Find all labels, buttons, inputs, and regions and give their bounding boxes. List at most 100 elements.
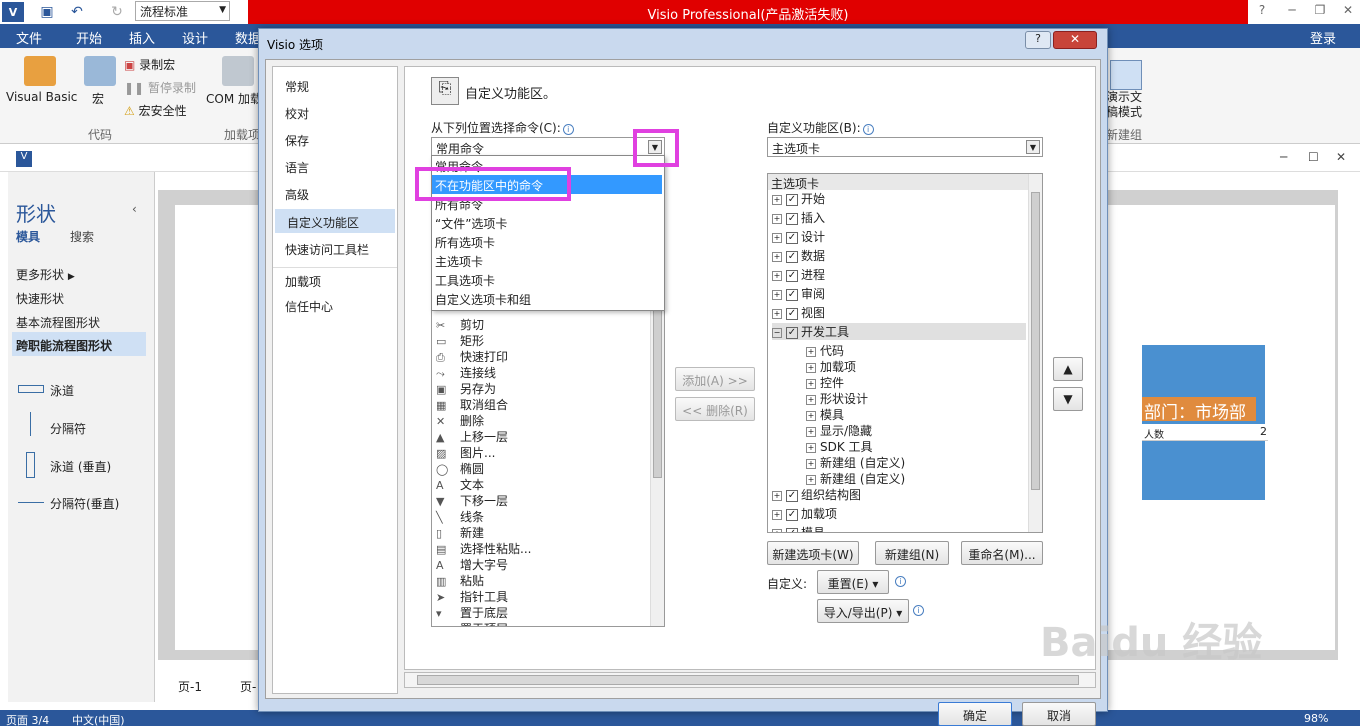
expand-icon[interactable]: + <box>806 362 816 373</box>
undo-icon[interactable]: ↶ <box>66 2 88 22</box>
presentation-mode-button[interactable]: 演示文稿模式 <box>1106 90 1146 120</box>
choose-from-combo[interactable]: 常用命令 ▼ <box>431 137 665 157</box>
dropdown-item-tool-tabs[interactable]: 工具选项卡 <box>432 270 662 289</box>
dropdown-item-all-tabs[interactable]: 所有选项卡 <box>432 232 662 251</box>
add-button[interactable]: 添加(A) >> <box>675 367 755 391</box>
expand-icon[interactable]: + <box>806 426 816 437</box>
dropdown-item-file-tab[interactable]: “文件”选项卡 <box>432 213 662 232</box>
quick-shapes-item[interactable]: 快速形状 <box>16 290 64 307</box>
help-icon[interactable]: ? <box>1250 3 1274 17</box>
tree-item[interactable]: + ✓ 设计 <box>772 228 825 245</box>
cross-functional-item[interactable]: 跨职能流程图形状 <box>12 332 146 356</box>
checkbox-icon[interactable]: ✓ <box>786 193 798 206</box>
command-item[interactable]: ✕ 删除 <box>436 412 484 429</box>
new-group-button[interactable]: 新建组(N) <box>875 541 949 565</box>
record-macro-button[interactable]: ▣ 录制宏 <box>124 56 175 73</box>
dialog-close-button[interactable]: ✕ <box>1053 31 1097 49</box>
expand-icon[interactable]: + <box>772 490 782 501</box>
command-item[interactable]: ▤ 选择性粘贴... <box>436 540 531 557</box>
dropdown-item-main-tabs[interactable]: 主选项卡 <box>432 251 662 270</box>
doc-minimize-icon[interactable]: ─ <box>1280 150 1287 164</box>
tree-item[interactable]: + 加载项 <box>806 358 856 375</box>
command-item[interactable]: ▴ 置于顶层 <box>436 620 508 626</box>
dialog-help-button[interactable]: ? <box>1025 31 1051 49</box>
expand-icon[interactable]: + <box>772 194 782 205</box>
collapse-icon[interactable]: − <box>772 327 782 338</box>
tab-home[interactable]: 开始 <box>76 28 102 47</box>
tree-item[interactable]: + ✓ 加载项 <box>772 505 837 522</box>
expand-icon[interactable]: + <box>806 378 816 389</box>
tree-scroll-thumb[interactable] <box>1031 192 1040 490</box>
command-item[interactable]: ▯ 新建 <box>436 524 484 541</box>
shape-swimlane-vertical[interactable]: 泳道 (垂直) <box>50 458 111 475</box>
command-item[interactable]: ✂ 剪切 <box>436 316 484 333</box>
ribbon-tree[interactable]: 主选项卡 + ✓ 开始 + ✓ 插入 + ✓ 设计 + ✓ 数据 + ✓ 进程 + ✓ 审阅 + ✓ 视图 − ✓ 开发工具 +… <box>767 173 1043 533</box>
expand-icon[interactable]: + <box>772 213 782 224</box>
horizontal-scroll-thumb[interactable] <box>417 675 1079 685</box>
checkbox-icon[interactable]: ✓ <box>786 326 798 339</box>
redo-icon[interactable]: ↻ <box>106 2 128 22</box>
command-item[interactable]: A 文本 <box>436 476 484 493</box>
checkbox-icon[interactable]: ✓ <box>786 307 798 320</box>
command-item[interactable]: ▣ 另存为 <box>436 380 496 397</box>
tree-item[interactable]: + 新建组 (自定义) <box>806 454 905 471</box>
command-item[interactable]: ▨ 图片... <box>436 444 495 461</box>
expand-icon[interactable]: + <box>772 308 782 319</box>
ok-button[interactable]: 确定 <box>938 702 1012 726</box>
expand-icon[interactable]: + <box>772 232 782 243</box>
tree-item[interactable]: − ✓ 开发工具 <box>772 323 1026 340</box>
cancel-button[interactable]: 取消 <box>1022 702 1096 726</box>
save-icon[interactable]: ▣ <box>36 2 58 22</box>
expand-icon[interactable]: + <box>806 410 816 421</box>
checkbox-icon[interactable]: ✓ <box>786 250 798 263</box>
commands-scroll-thumb[interactable] <box>653 308 662 478</box>
expand-icon[interactable]: + <box>772 251 782 262</box>
remove-button[interactable]: << 删除(R) <box>675 397 755 421</box>
checkbox-icon[interactable]: ✓ <box>786 212 798 225</box>
presentation-mode-icon[interactable] <box>1110 60 1142 90</box>
more-shapes-item[interactable]: 更多形状 ▶ <box>16 266 75 283</box>
command-item[interactable]: A 增大字号 <box>436 556 508 573</box>
doc-close-icon[interactable]: ✕ <box>1336 150 1346 164</box>
command-item[interactable]: ╲ 线条 <box>436 508 484 525</box>
import-export-button[interactable]: 导入/导出(P) ▾ <box>817 599 909 623</box>
flow-standard-select[interactable]: 流程标准 ▼ <box>135 1 230 21</box>
nav-customize-ribbon[interactable]: 自定义功能区 <box>275 209 395 233</box>
tab-design[interactable]: 设计 <box>182 28 208 47</box>
checkbox-icon[interactable]: ✓ <box>786 288 798 301</box>
expand-icon[interactable]: + <box>772 270 782 281</box>
checkbox-icon[interactable]: ✓ <box>786 489 798 502</box>
command-item[interactable]: ▭ 矩形 <box>436 332 484 349</box>
command-item[interactable]: ▦ 取消组合 <box>436 396 508 413</box>
tree-item[interactable]: + ✓ 进程 <box>772 266 825 283</box>
tab-file[interactable]: 文件 <box>0 24 58 48</box>
expand-icon[interactable]: + <box>772 528 782 532</box>
checkbox-icon[interactable]: ✓ <box>786 269 798 282</box>
expand-icon[interactable]: + <box>772 509 782 520</box>
command-item[interactable]: ⎙ 快速打印 <box>436 348 508 365</box>
import-export-info-icon[interactable]: i <box>911 602 924 616</box>
shape-separator-vertical[interactable]: 分隔符(垂直) <box>50 495 119 512</box>
tree-item[interactable]: + ✓ 插入 <box>772 209 825 226</box>
chevron-down-icon[interactable]: ▼ <box>1026 140 1040 154</box>
tree-item[interactable]: + 控件 <box>806 374 844 391</box>
info-icon[interactable]: i <box>562 124 574 135</box>
tree-item[interactable]: + 代码 <box>806 342 844 359</box>
close-icon[interactable]: ✕ <box>1336 3 1360 17</box>
tree-item[interactable]: + ✓ 组织结构图 <box>772 486 861 503</box>
nav-addins[interactable]: 加载项 <box>273 267 397 291</box>
shape-swimlane[interactable]: 泳道 <box>50 382 74 399</box>
new-tab-button[interactable]: 新建选项卡(W) <box>767 541 859 565</box>
tree-item[interactable]: + 形状设计 <box>806 390 868 407</box>
visual-basic-icon[interactable] <box>24 56 56 86</box>
macro-icon[interactable] <box>84 56 116 86</box>
expand-icon[interactable]: + <box>806 458 816 469</box>
content-horizontal-scrollbar[interactable] <box>404 672 1096 688</box>
basic-flowchart-item[interactable]: 基本流程图形状 <box>16 314 100 331</box>
visual-basic-button[interactable]: Visual Basic <box>6 90 77 104</box>
nav-proofing[interactable]: 校对 <box>273 100 397 124</box>
macro-button[interactable]: 宏 <box>92 90 104 107</box>
tree-item[interactable]: + ✓ 模具 <box>772 524 825 532</box>
nav-advanced[interactable]: 高级 <box>273 181 397 205</box>
nav-language[interactable]: 语言 <box>273 154 397 178</box>
